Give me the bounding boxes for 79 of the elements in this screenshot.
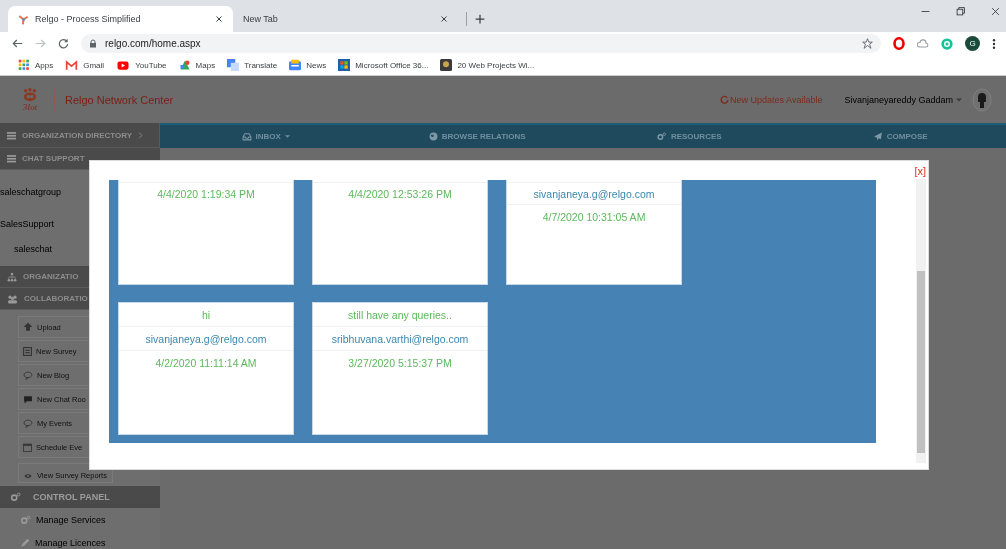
sidebar-section[interactable]: CONTROL PANEL xyxy=(0,486,160,508)
message-time: 3/27/2020 5:15:37 PM xyxy=(313,350,487,374)
star-icon xyxy=(862,38,873,49)
chat-icon xyxy=(23,394,33,404)
people-icon xyxy=(7,293,18,304)
menu-icon xyxy=(992,37,996,50)
profile-avatar[interactable]: G xyxy=(965,36,980,51)
user-avatar-icon xyxy=(972,87,992,112)
logo-caption: 3Iot xyxy=(22,101,38,112)
nav-tab[interactable]: COMPOSE xyxy=(794,125,1006,148)
caret-icon xyxy=(284,135,290,138)
apps-grid-icon xyxy=(18,59,30,71)
address-bar[interactable]: relgo.com/home.aspx xyxy=(81,34,881,53)
nav-tab[interactable]: RESOURCES xyxy=(583,125,795,148)
bookmark[interactable]: Gmail xyxy=(65,59,105,71)
bookmark[interactable]: Microsoft Office 36... xyxy=(338,59,429,71)
cloud-icon xyxy=(917,37,929,50)
nav-tab[interactable]: BROWSE RELATIONS xyxy=(371,125,583,148)
sender-email: sivanjaneya.g@relgo.com xyxy=(119,326,293,350)
browser-tab[interactable]: Relgo - Process Simplified xyxy=(8,6,233,32)
message-text: still have any queries.. xyxy=(347,307,453,323)
caret-icon xyxy=(956,97,962,102)
brand-title: Relgo Network Center xyxy=(65,93,174,106)
pinwheel-icon xyxy=(18,13,29,25)
translate-icon xyxy=(227,59,240,71)
gears-icon xyxy=(10,492,21,502)
map-pin-icon xyxy=(178,59,191,71)
message-time: 4/4/2020 1:19:34 PM xyxy=(119,182,293,204)
list-icon xyxy=(7,154,16,163)
restore-icon xyxy=(956,6,965,16)
message-time: 4/2/2020 11:11:14 AM xyxy=(119,350,293,374)
form-icon xyxy=(23,346,32,356)
nav-tab[interactable]: INBOX xyxy=(160,125,372,148)
message-time: 4/4/2020 12:53:26 PM xyxy=(313,182,487,204)
back-icon xyxy=(12,38,23,49)
browser-tab[interactable]: New Tab xyxy=(233,6,458,32)
refresh-icon xyxy=(720,95,730,104)
gears-icon xyxy=(20,514,31,525)
mail-icon xyxy=(65,59,79,71)
pen-icon xyxy=(20,537,30,548)
sidebar-item[interactable]: Manage Licences xyxy=(0,531,160,549)
bookmark[interactable]: Translate xyxy=(227,59,278,71)
office-icon xyxy=(338,59,351,71)
close-icon xyxy=(440,15,448,23)
newspaper-icon xyxy=(289,59,302,71)
close-icon xyxy=(991,6,1000,16)
new-tab-icon xyxy=(475,14,485,24)
lock-icon xyxy=(89,39,97,48)
close-button[interactable]: [x] xyxy=(914,165,926,177)
chevron-icon xyxy=(138,131,144,139)
play-icon xyxy=(116,59,131,71)
sender-email: sivanjaneya.g@relgo.com xyxy=(507,182,681,204)
speech-bubble-icon xyxy=(23,370,33,380)
bookmark[interactable]: 20 Web Projects Wi... xyxy=(440,59,535,71)
sidebar-section[interactable]: ORGANIZATION DIRECTORY xyxy=(0,123,160,148)
sender-email: sribhuvana.varthi@relgo.com xyxy=(313,326,487,350)
list-icon xyxy=(7,130,16,140)
forward-icon xyxy=(35,38,46,49)
eye-icon xyxy=(23,472,33,480)
calendar-icon xyxy=(23,442,32,452)
reload-icon xyxy=(58,38,69,49)
speech-bubble-icon xyxy=(23,418,33,428)
scrollbar[interactable] xyxy=(916,179,926,463)
close-icon xyxy=(215,15,223,23)
sidebar-item[interactable]: Manage Services xyxy=(0,508,160,531)
inbox-icon xyxy=(241,132,252,141)
bookmark[interactable]: News xyxy=(289,59,327,71)
bookmark[interactable]: Maps xyxy=(178,59,216,71)
message-time: 4/7/2020 10:31:05 AM xyxy=(507,204,681,228)
thumbnail-icon xyxy=(440,59,453,71)
hierarchy-icon xyxy=(7,271,17,282)
upload-icon xyxy=(23,322,33,332)
message-text: hi xyxy=(200,307,212,323)
user-menu[interactable]: Sivanjaneyareddy Gaddam xyxy=(844,94,962,105)
bookmark[interactable]: YouTube xyxy=(116,59,167,71)
globe-icon xyxy=(428,132,438,141)
bookmark[interactable]: Apps xyxy=(18,59,54,71)
send-icon xyxy=(872,132,883,141)
gears-icon xyxy=(655,132,667,141)
